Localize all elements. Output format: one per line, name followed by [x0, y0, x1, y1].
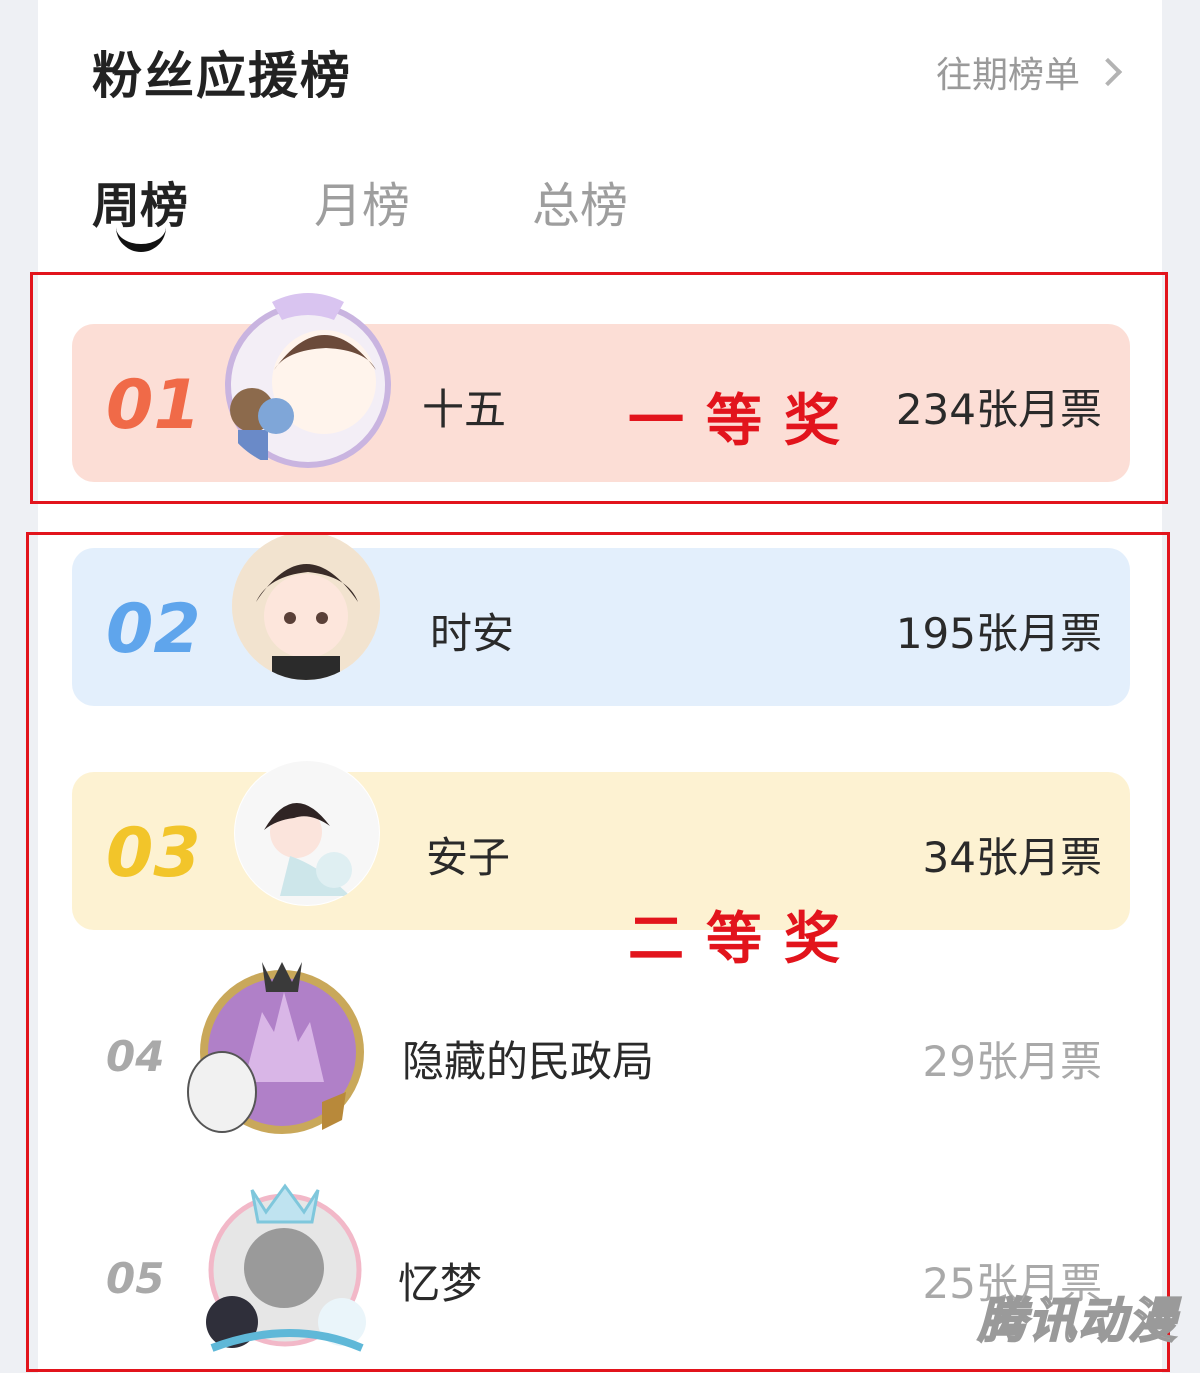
- history-link[interactable]: 往期榜单: [935, 46, 1123, 98]
- chevron-right-icon: [1093, 57, 1123, 87]
- tab-total[interactable]: 总榜: [532, 166, 628, 236]
- history-label: 往期榜单: [935, 55, 1080, 96]
- watermark-logo: 腾讯动漫: [977, 1292, 1178, 1350]
- first-prize-label: 一等奖: [628, 388, 862, 454]
- page-title: 粉丝应援榜: [92, 47, 352, 105]
- second-prize-label: 二等奖: [628, 906, 862, 972]
- second-prize-box: [26, 532, 1170, 1372]
- tab-monthly[interactable]: 月榜: [314, 166, 410, 236]
- first-prize-box: [30, 272, 1168, 504]
